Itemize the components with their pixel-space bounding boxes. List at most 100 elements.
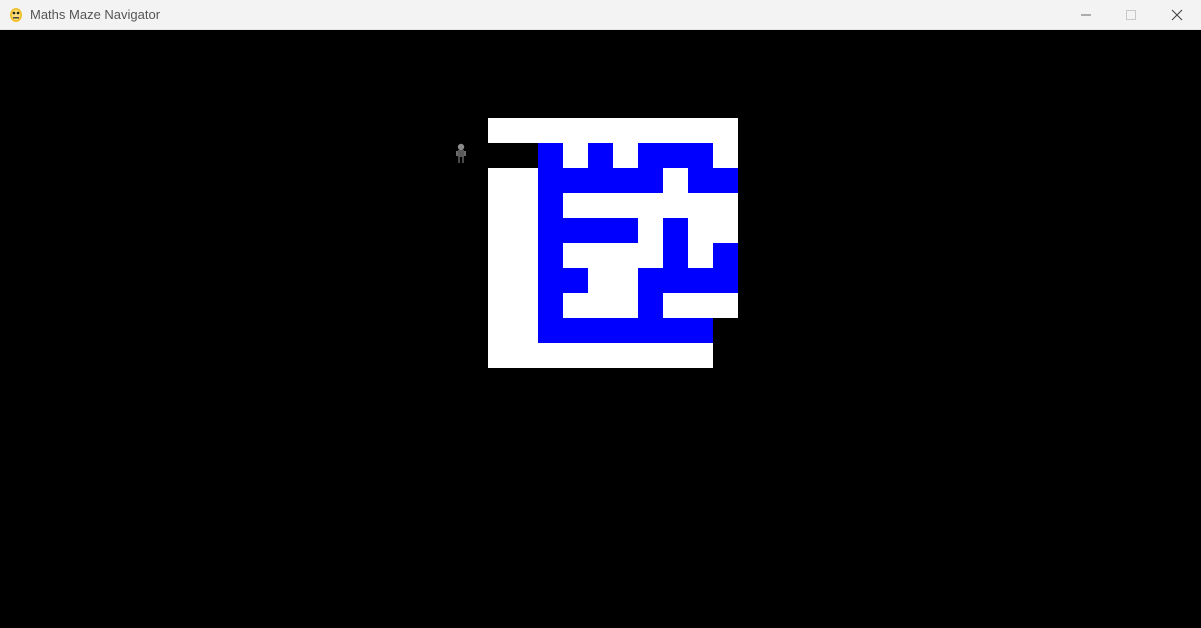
maze-cell-path (588, 168, 613, 193)
maze-cell-wall (563, 293, 588, 318)
maze-cell-wall (713, 143, 738, 168)
maze-cell-path (538, 243, 563, 268)
maze-cell-wall (513, 243, 538, 268)
maze-cell-path (538, 293, 563, 318)
maze-cell-wall (713, 118, 738, 143)
maze-cell-path (688, 268, 713, 293)
maze-cell-wall (563, 193, 588, 218)
maze-cell-path (688, 143, 713, 168)
maze-cell-wall (688, 218, 713, 243)
maze-cell-path (613, 168, 638, 193)
maze-cell-wall (513, 193, 538, 218)
maze-cell-path (638, 318, 663, 343)
maze-cell-wall (663, 168, 688, 193)
maze-cell-path (663, 143, 688, 168)
maze-cell-path (588, 318, 613, 343)
maze-cell-wall (663, 193, 688, 218)
maze-cell-wall (688, 293, 713, 318)
maze-cell-wall (538, 118, 563, 143)
maze-cell-path (688, 318, 713, 343)
maze-cell-wall (513, 343, 538, 368)
maze-cell-path (638, 168, 663, 193)
minimize-button[interactable] (1063, 0, 1109, 29)
maximize-button[interactable] (1108, 0, 1154, 29)
maze-cell-wall (538, 343, 563, 368)
maze-cell-path (563, 218, 588, 243)
maze-cell-path (638, 143, 663, 168)
maze-cell-wall (613, 193, 638, 218)
maze-cell-empty (513, 143, 538, 168)
maze-cell-wall (563, 243, 588, 268)
maze-cell-path (713, 243, 738, 268)
maze-cell-wall (488, 318, 513, 343)
minimize-icon (1081, 14, 1091, 15)
maze-cell-wall (488, 193, 513, 218)
maximize-icon (1126, 9, 1136, 20)
maze-cell-wall (588, 343, 613, 368)
maze-cell-wall (688, 193, 713, 218)
maze-cell-path (538, 143, 563, 168)
maze-cell-wall (613, 118, 638, 143)
maze-cell-path (563, 268, 588, 293)
maze-cell-path (638, 268, 663, 293)
maze-cell-wall (638, 193, 663, 218)
maze-grid (488, 118, 738, 368)
maze-cell-wall (613, 143, 638, 168)
maze-cell-wall (638, 243, 663, 268)
maze-cell-path (613, 218, 638, 243)
window-title: Maths Maze Navigator (30, 7, 161, 22)
maze-cell-wall (613, 268, 638, 293)
window-titlebar: Maths Maze Navigator (0, 0, 1201, 30)
maze-cell-wall (663, 118, 688, 143)
maze-cell-wall (488, 218, 513, 243)
maze-cell-wall (488, 343, 513, 368)
maze-cell-wall (513, 218, 538, 243)
maze-cell-path (538, 318, 563, 343)
maze-cell-wall (488, 243, 513, 268)
maze-cell-path (713, 168, 738, 193)
maze-cell-path (538, 218, 563, 243)
maze-cell-wall (713, 293, 738, 318)
maze-cell-wall (613, 243, 638, 268)
maze-cell-path (663, 268, 688, 293)
maze-cell-wall (513, 293, 538, 318)
maze-cell-path (638, 293, 663, 318)
maze-cell-wall (638, 118, 663, 143)
maze-cell-path (613, 318, 638, 343)
maze-cell-wall (513, 118, 538, 143)
maze-cell-path (538, 193, 563, 218)
maze-cell-wall (688, 243, 713, 268)
maze-cell-path (588, 143, 613, 168)
maze-cell-wall (563, 143, 588, 168)
maze-cell-wall (663, 343, 688, 368)
maze-cell-wall (638, 343, 663, 368)
maze-cell-path (663, 243, 688, 268)
maze-cell-wall (588, 243, 613, 268)
close-button[interactable] (1154, 0, 1200, 29)
maze-cell-empty (488, 143, 513, 168)
maze-cell-wall (513, 268, 538, 293)
pygame-snake-icon (10, 8, 22, 22)
maze-cell-wall (513, 318, 538, 343)
maze-cell-wall (488, 293, 513, 318)
player-sprite-icon (456, 143, 466, 163)
maze-cell-wall (588, 268, 613, 293)
maze-cell-wall (563, 343, 588, 368)
maze-cell-path (563, 318, 588, 343)
maze-cell-wall (588, 193, 613, 218)
maze-cell-path (663, 218, 688, 243)
maze-cell-wall (588, 118, 613, 143)
maze-cell-wall (713, 218, 738, 243)
maze-cell-path (688, 168, 713, 193)
maze-cell-path (563, 168, 588, 193)
game-canvas[interactable] (0, 30, 1201, 628)
maze-cell-wall (513, 168, 538, 193)
maze-cell-path (538, 168, 563, 193)
close-icon (1171, 9, 1183, 20)
maze-cell-wall (688, 118, 713, 143)
maze-cell-wall (713, 193, 738, 218)
maze-cell-wall (588, 293, 613, 318)
maze-cell-wall (488, 268, 513, 293)
maze-cell-path (713, 268, 738, 293)
maze-cell-wall (613, 343, 638, 368)
